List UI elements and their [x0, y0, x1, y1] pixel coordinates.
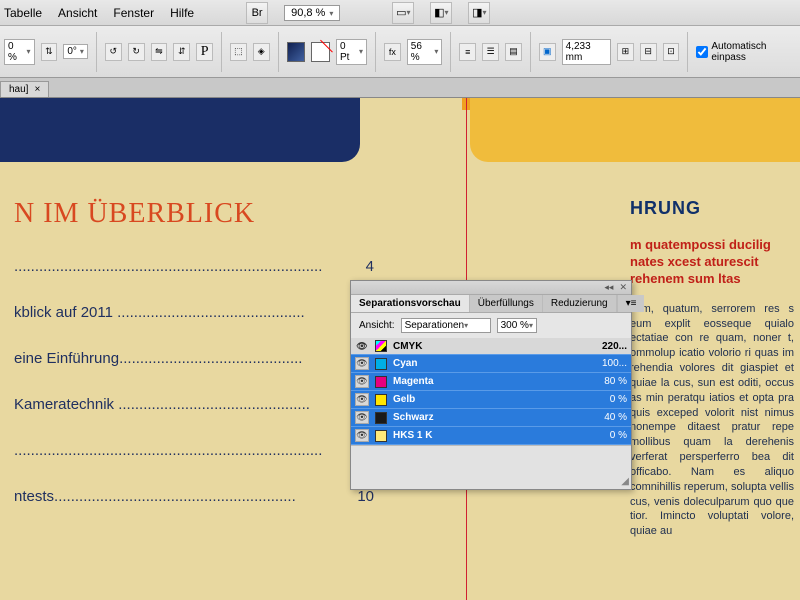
- frame-fit-icon[interactable]: ▣: [539, 43, 556, 61]
- menubar: Tabelle Ansicht Fenster Hilfe Br 90,8 % …: [0, 0, 800, 26]
- close-tab-icon[interactable]: ×: [34, 84, 40, 95]
- ink-name: HKS 1 K: [393, 430, 573, 441]
- stroke-weight-field[interactable]: 0 Pt: [336, 39, 367, 65]
- visibility-eye-icon[interactable]: 👁: [355, 393, 369, 406]
- screen-mode-button[interactable]: ▭: [392, 2, 414, 24]
- menu-hilfe[interactable]: Hilfe: [170, 6, 194, 20]
- resize-grip-icon[interactable]: ◢: [621, 476, 629, 487]
- zoom-level[interactable]: 90,8 %: [284, 5, 340, 21]
- menu-ansicht[interactable]: Ansicht: [58, 6, 97, 20]
- mm-field[interactable]: 4,233 mm: [562, 39, 611, 65]
- flip-h-icon[interactable]: ⇋: [151, 43, 168, 61]
- select-content-icon[interactable]: ◈: [253, 43, 270, 61]
- ink-value: 100...: [579, 358, 627, 369]
- panel-menu-icon[interactable]: ▾≡: [617, 295, 645, 312]
- link-icon[interactable]: ⇅: [41, 43, 58, 61]
- flip-v-icon[interactable]: ⇵: [173, 43, 190, 61]
- ink-name: CMYK: [393, 341, 573, 352]
- separation-row-schwarz[interactable]: 👁 Schwarz 40 %: [351, 409, 631, 427]
- document-tab[interactable]: hau]×: [0, 81, 49, 97]
- menu-tabelle[interactable]: Tabelle: [4, 6, 42, 20]
- text-wrap-2-icon[interactable]: ☰: [482, 43, 499, 61]
- fit-2-icon[interactable]: ⊟: [640, 43, 657, 61]
- rotate-cw-icon[interactable]: ↻: [128, 43, 145, 61]
- ink-name: Magenta: [393, 376, 573, 387]
- panel-tabs: Separationsvorschau Überfüllungs Reduzie…: [351, 295, 631, 313]
- select-container-icon[interactable]: ⬚: [230, 43, 247, 61]
- right-heading: HRUNG: [630, 198, 794, 219]
- toc-line: kblick auf 2011 ........................…: [14, 304, 374, 322]
- ink-swatch: [375, 358, 387, 370]
- toc-line: eine Einführung.........................…: [14, 350, 374, 368]
- toc-line: ........................................…: [14, 258, 374, 276]
- ink-name: Cyan: [393, 358, 573, 369]
- yellow-header-shape: [470, 98, 800, 162]
- ink-swatch: [375, 412, 387, 424]
- page-title: N IM ÜBERBLICK: [14, 198, 374, 230]
- auto-fit-checkbox[interactable]: Automatisch einpass: [696, 41, 796, 63]
- toc-line: ntests..................................…: [14, 488, 374, 506]
- fit-1-icon[interactable]: ⊞: [617, 43, 634, 61]
- percent-field[interactable]: 0 %: [4, 39, 35, 65]
- ink-swatch: [375, 394, 387, 406]
- visibility-eye-icon[interactable]: 👁: [355, 375, 369, 388]
- panel-zoom-select[interactable]: 300 %: [497, 318, 537, 333]
- visibility-eye-icon[interactable]: 👁: [355, 341, 369, 352]
- ink-swatch: [375, 340, 387, 352]
- fit-3-icon[interactable]: ⊡: [663, 43, 680, 61]
- right-page-content: HRUNG m quatempossi ducilig nates xcest …: [630, 198, 794, 539]
- ink-name: Gelb: [393, 394, 573, 405]
- panel-footer: ◢: [351, 445, 631, 489]
- stroke-swatch[interactable]: [311, 42, 330, 62]
- document-canvas[interactable]: N IM ÜBERBLICK .........................…: [0, 98, 800, 600]
- bridge-button[interactable]: Br: [246, 2, 268, 24]
- paragraph-icon[interactable]: P: [196, 43, 213, 61]
- separation-row-gelb[interactable]: 👁 Gelb 0 %: [351, 391, 631, 409]
- document-tabbar: hau]×: [0, 78, 800, 98]
- arrange-button[interactable]: ◧: [430, 2, 452, 24]
- ink-name: Schwarz: [393, 412, 573, 423]
- close-panel-icon[interactable]: ✕: [619, 282, 627, 293]
- tab-separations[interactable]: Separationsvorschau: [351, 295, 470, 312]
- visibility-eye-icon[interactable]: 👁: [355, 429, 369, 442]
- separation-row-cyan[interactable]: 👁 Cyan 100...: [351, 355, 631, 373]
- opacity-field[interactable]: 56 %: [407, 39, 443, 65]
- workspace-button[interactable]: ◨: [468, 2, 490, 24]
- control-toolbar: 0 % ⇅ 0° ↺ ↻ ⇋ ⇵ P ⬚ ◈ 0 Pt fx 56 % ≡ ☰ …: [0, 26, 800, 78]
- panel-controls: Ansicht: Separationen 300 %: [351, 313, 631, 338]
- text-wrap-1-icon[interactable]: ≡: [459, 43, 476, 61]
- ink-value: 80 %: [579, 376, 627, 387]
- text-wrap-3-icon[interactable]: ▤: [505, 43, 522, 61]
- rotate-ccw-icon[interactable]: ↺: [105, 43, 122, 61]
- separation-row-cmyk[interactable]: 👁 CMYK 220...: [351, 338, 631, 355]
- tab-trap[interactable]: Überfüllungs: [470, 295, 543, 312]
- view-label: Ansicht:: [359, 320, 395, 331]
- menu-fenster[interactable]: Fenster: [113, 6, 154, 20]
- ink-value: 0 %: [579, 394, 627, 405]
- view-select[interactable]: Separationen: [401, 318, 491, 333]
- panel-titlebar[interactable]: ◂◂ ✕: [351, 281, 631, 295]
- lead-text: m quatempossi ducilig nates xcest atures…: [630, 237, 794, 288]
- toc-line: ........................................…: [14, 442, 374, 460]
- effects-icon[interactable]: fx: [384, 43, 401, 61]
- ink-swatch: [375, 430, 387, 442]
- fill-swatch[interactable]: [287, 42, 306, 62]
- ink-value: 220...: [579, 341, 627, 352]
- body-text: cum, quatum, serrorem res s eum explit e…: [630, 302, 794, 540]
- visibility-eye-icon[interactable]: 👁: [355, 357, 369, 370]
- ink-swatch: [375, 376, 387, 388]
- angle-field[interactable]: 0°: [63, 44, 88, 59]
- separation-row-hks-1-k[interactable]: 👁 HKS 1 K 0 %: [351, 427, 631, 445]
- toc-line: Kameratechnik ..........................…: [14, 396, 374, 414]
- blue-header-shape: [0, 98, 360, 162]
- separation-row-magenta[interactable]: 👁 Magenta 80 %: [351, 373, 631, 391]
- ink-value: 40 %: [579, 412, 627, 423]
- left-page-content: N IM ÜBERBLICK .........................…: [14, 198, 374, 506]
- visibility-eye-icon[interactable]: 👁: [355, 411, 369, 424]
- collapse-icon[interactable]: ◂◂: [604, 282, 613, 293]
- ink-value: 0 %: [579, 430, 627, 441]
- separation-list: 👁 CMYK 220... 👁 Cyan 100... 👁 Magenta 80 % 👁 Gelb 0…: [351, 338, 631, 445]
- separations-panel[interactable]: ◂◂ ✕ Separationsvorschau Überfüllungs Re…: [350, 280, 632, 490]
- tab-flatten[interactable]: Reduzierung: [543, 295, 617, 312]
